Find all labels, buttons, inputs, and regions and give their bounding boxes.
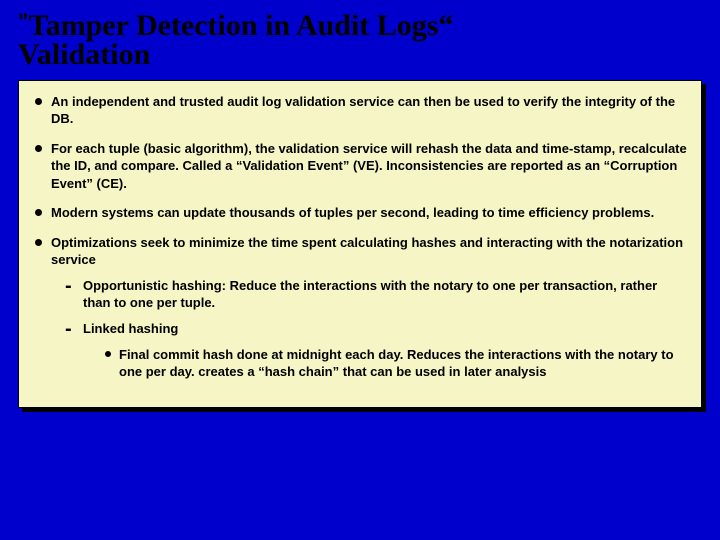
sub-bullet-item: Opportunistic hashing: Reduce the intera… [63, 277, 687, 312]
bullet-text: An [51, 94, 72, 109]
subsub-bullet-item: Final commit hash done at midnight each … [105, 346, 687, 381]
bullet-item: Modern systems can update thousands of t… [33, 204, 687, 222]
bullet-list: An independent and trusted audit log val… [33, 93, 687, 381]
open-quote: " [18, 9, 28, 34]
bullet-item: Optimizations seek to minimize the time … [33, 234, 687, 381]
title-line-1: "Tamper Detection in Audit Logs“ [18, 10, 702, 42]
sub-bullet-text: Linked hashing [83, 321, 178, 336]
slide-title: "Tamper Detection in Audit Logs“ Validat… [18, 10, 702, 70]
subsub-bullet-list: Final commit hash done at midnight each … [83, 346, 687, 381]
bullet-text: Optimizations seek to minimize the time … [51, 235, 683, 268]
sub-bullet-item: Linked hashing Final commit hash done at… [63, 320, 687, 381]
bullet-item: An independent and trusted audit log val… [33, 93, 687, 128]
sub-bullet-list: Opportunistic hashing: Reduce the intera… [51, 277, 687, 381]
bullet-item: For each tuple (basic algorithm), the va… [33, 140, 687, 193]
content-box: An independent and trusted audit log val… [18, 80, 702, 408]
title-line-2: Validation [18, 40, 702, 70]
bullet-text-bold: independent and trusted audit log valida… [72, 94, 394, 109]
